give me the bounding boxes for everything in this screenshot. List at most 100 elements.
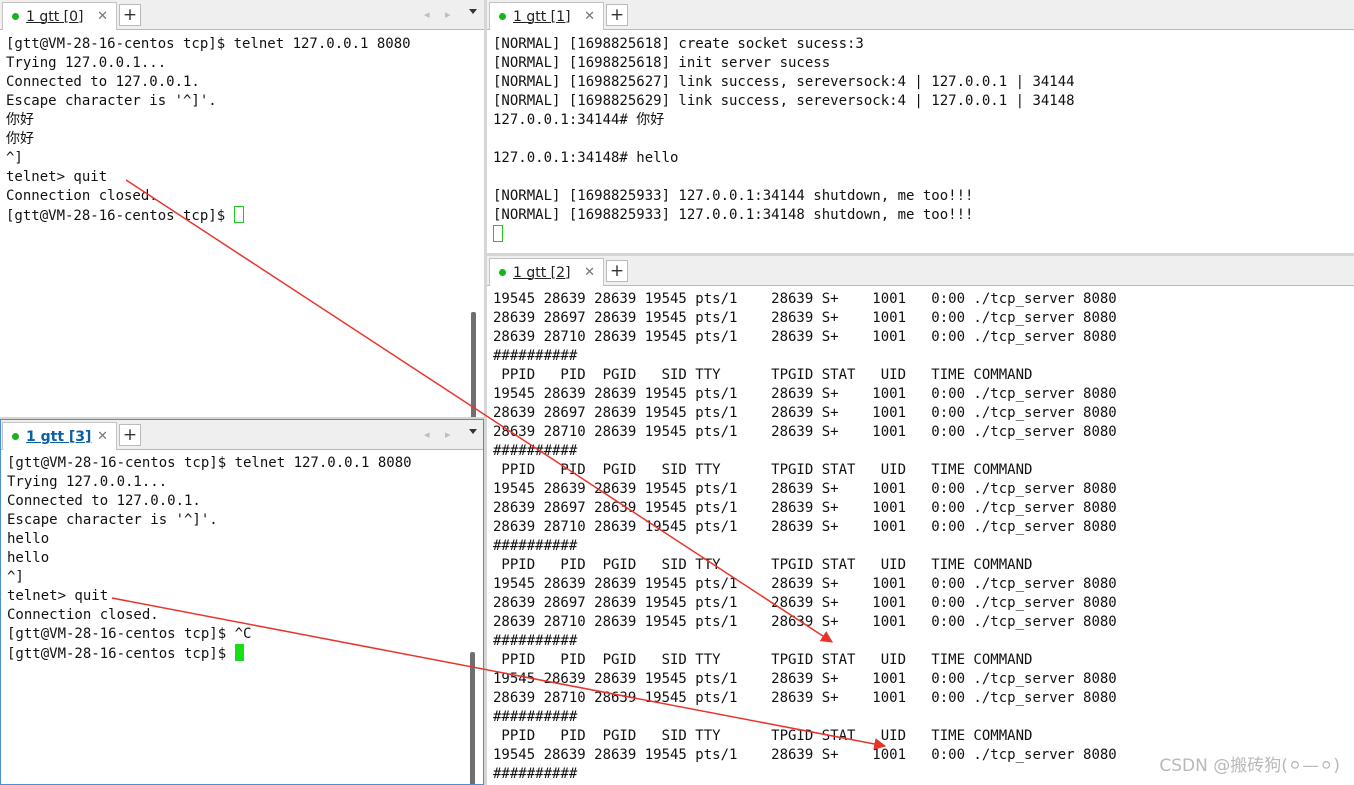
terminal-line: Connected to 127.0.0.1. <box>7 492 477 511</box>
new-tab-button[interactable]: + <box>606 260 628 282</box>
terminal-line-text: 19545 28639 28639 19545 pts/1 28639 S+ 1… <box>493 481 1117 497</box>
tab-gtt-0[interactable]: 1 gtt [0] ✕ <box>2 2 117 30</box>
terminal-line-text: [gtt@VM-28-16-centos tcp]$ telnet 127.0.… <box>6 36 411 52</box>
terminal-line-text: 你好 <box>6 131 34 147</box>
terminal-line: 28639 28710 28639 19545 pts/1 28639 S+ 1… <box>493 423 1348 442</box>
terminal-line: ########## <box>493 632 1348 651</box>
terminal-line-text: ^] <box>6 150 23 166</box>
terminal-line: 28639 28710 28639 19545 pts/1 28639 S+ 1… <box>493 613 1348 632</box>
close-icon[interactable]: ✕ <box>584 265 595 280</box>
terminal-line: PPID PID PGID SID TTY TPGID STAT UID TIM… <box>493 727 1348 746</box>
terminal-cursor <box>234 644 244 661</box>
chevron-down-icon[interactable] <box>469 429 477 434</box>
terminal-line: [gtt@VM-28-16-centos tcp]$ ^C <box>7 625 477 644</box>
new-tab-button[interactable]: + <box>119 4 141 26</box>
terminal-line-text: 19545 28639 28639 19545 pts/1 28639 S+ 1… <box>493 291 1117 307</box>
terminal-line: [NORMAL] [1698825933] 127.0.0.1:34144 sh… <box>493 187 1348 206</box>
tab-scroll-arrows-icon[interactable]: ◂ ▸ <box>424 8 457 21</box>
terminal-line: 28639 28697 28639 19545 pts/1 28639 S+ 1… <box>493 404 1348 423</box>
terminal-line: 19545 28639 28639 19545 pts/1 28639 S+ 1… <box>493 480 1348 499</box>
terminal-line-text: 28639 28697 28639 19545 pts/1 28639 S+ 1… <box>493 595 1117 611</box>
terminal-line-text: PPID PID PGID SID TTY TPGID STAT UID TIM… <box>493 557 1033 573</box>
terminal-line-text: hello <box>7 550 50 566</box>
terminal-cursor <box>493 225 503 242</box>
terminal-line-text: 你好 <box>6 112 34 128</box>
terminal-line: hello <box>7 549 477 568</box>
terminal-line-text: [gtt@VM-28-16-centos tcp]$ ^C <box>7 626 252 642</box>
new-tab-button[interactable]: + <box>606 4 628 26</box>
terminal-line-text: [NORMAL] [1698825627] link success, sere… <box>493 74 1075 90</box>
terminal-line: ########## <box>493 442 1348 461</box>
terminal-line: 127.0.0.1:34148# hello <box>493 149 1348 168</box>
terminal-line-text: 19545 28639 28639 19545 pts/1 28639 S+ 1… <box>493 671 1117 687</box>
tab-gtt-3[interactable]: 1 gtt [3] ✕ <box>2 422 117 450</box>
terminal-line: [NORMAL] [1698825627] link success, sere… <box>493 73 1348 92</box>
tab-gtt-1[interactable]: 1 gtt [1] ✕ <box>489 2 604 30</box>
terminal-line-text: 28639 28710 28639 19545 pts/1 28639 S+ 1… <box>493 519 1117 535</box>
terminal-output-1[interactable]: [NORMAL] [1698825618] create socket suce… <box>487 35 1354 253</box>
terminal-output-3[interactable]: [gtt@VM-28-16-centos tcp]$ telnet 127.0.… <box>1 454 483 784</box>
watermark: CSDN @搬砖狗(⚪—⚪) <box>1159 756 1340 776</box>
terminal-line-text: 127.0.0.1:34148# hello <box>493 150 679 166</box>
terminal-line: 19545 28639 28639 19545 pts/1 28639 S+ 1… <box>493 290 1348 309</box>
connected-status-dot <box>499 13 506 20</box>
terminal-line-text: PPID PID PGID SID TTY TPGID STAT UID TIM… <box>493 462 1033 478</box>
connected-status-dot <box>12 433 19 440</box>
tab-bar-0: 1 gtt [0] ✕ + ◂ ▸ <box>0 0 484 30</box>
terminal-cursor <box>233 206 244 223</box>
scrollbar-thumb[interactable] <box>470 652 475 784</box>
terminal-line-text: PPID PID PGID SID TTY TPGID STAT UID TIM… <box>493 367 1033 383</box>
tab-label: 1 gtt [3] <box>26 428 92 445</box>
terminal-line-text: 127.0.0.1:34144# 你好 <box>493 112 665 128</box>
terminal-line: 28639 28710 28639 19545 pts/1 28639 S+ 1… <box>493 328 1348 347</box>
terminal-line: [gtt@VM-28-16-centos tcp]$ <box>7 644 477 663</box>
tab-bar-1: 1 gtt [1] ✕ + <box>487 0 1354 30</box>
close-icon[interactable]: ✕ <box>97 429 108 444</box>
terminal-output-2[interactable]: 19545 28639 28639 19545 pts/1 28639 S+ 1… <box>487 290 1354 785</box>
terminal-line-text: [NORMAL] [1698825933] 127.0.0.1:34144 sh… <box>493 188 974 204</box>
terminal-line-text: 19545 28639 28639 19545 pts/1 28639 S+ 1… <box>493 576 1117 592</box>
connected-status-dot <box>499 269 506 276</box>
terminal-line: hello <box>7 530 477 549</box>
terminal-output-0[interactable]: [gtt@VM-28-16-centos tcp]$ telnet 127.0.… <box>0 35 484 417</box>
terminal-line-text: 28639 28697 28639 19545 pts/1 28639 S+ 1… <box>493 310 1117 326</box>
tab-bar-3: 1 gtt [3] ✕ + ◂ ▸ <box>1 420 483 450</box>
terminal-pane-1[interactable]: 1 gtt [1] ✕ + [NORMAL] [1698825618] crea… <box>487 0 1354 253</box>
terminal-pane-2[interactable]: 1 gtt [2] ✕ + 19545 28639 28639 19545 pt… <box>487 256 1354 785</box>
terminal-line-text: [NORMAL] [1698825618] create socket suce… <box>493 36 864 52</box>
terminal-line: Connection closed. <box>6 187 478 206</box>
terminal-line: PPID PID PGID SID TTY TPGID STAT UID TIM… <box>493 556 1348 575</box>
terminal-line: [NORMAL] [1698825933] 127.0.0.1:34148 sh… <box>493 206 1348 225</box>
terminal-line: [gtt@VM-28-16-centos tcp]$ telnet 127.0.… <box>6 35 478 54</box>
terminal-line-text: 28639 28710 28639 19545 pts/1 28639 S+ 1… <box>493 690 1117 706</box>
terminal-line-text: Connection closed. <box>7 607 159 623</box>
terminal-line: 19545 28639 28639 19545 pts/1 28639 S+ 1… <box>493 385 1348 404</box>
terminal-line: [gtt@VM-28-16-centos tcp]$ <box>6 206 478 225</box>
close-icon[interactable]: ✕ <box>97 9 108 24</box>
terminal-line-text: 28639 28710 28639 19545 pts/1 28639 S+ 1… <box>493 424 1117 440</box>
terminal-line: 28639 28697 28639 19545 pts/1 28639 S+ 1… <box>493 309 1348 328</box>
tab-gtt-2[interactable]: 1 gtt [2] ✕ <box>489 258 604 286</box>
terminal-line-text: Trying 127.0.0.1... <box>6 55 167 71</box>
close-icon[interactable]: ✕ <box>584 9 595 24</box>
terminal-line-text: Connected to 127.0.0.1. <box>6 74 200 90</box>
tab-label: 1 gtt [1] <box>513 8 571 25</box>
terminal-line-text: Connected to 127.0.0.1. <box>7 493 201 509</box>
terminal-line: ^] <box>6 149 478 168</box>
scrollbar-thumb[interactable] <box>471 312 476 417</box>
terminal-line-text: Trying 127.0.0.1... <box>7 474 168 490</box>
terminal-line <box>493 225 1348 244</box>
terminal-line: PPID PID PGID SID TTY TPGID STAT UID TIM… <box>493 651 1348 670</box>
tab-scroll-arrows-icon[interactable]: ◂ ▸ <box>424 428 457 441</box>
terminal-line-text: Escape character is '^]'. <box>6 93 217 109</box>
terminal-line-text: 28639 28710 28639 19545 pts/1 28639 S+ 1… <box>493 329 1117 345</box>
terminal-pane-0[interactable]: 1 gtt [0] ✕ + ◂ ▸ [gtt@VM-28-16-centos t… <box>0 0 484 417</box>
new-tab-button[interactable]: + <box>119 424 141 446</box>
terminal-line: ########## <box>493 347 1348 366</box>
terminal-line: 127.0.0.1:34144# 你好 <box>493 111 1348 130</box>
terminal-line: ^] <box>7 568 477 587</box>
chevron-down-icon[interactable] <box>469 9 477 14</box>
terminal-pane-3[interactable]: 1 gtt [3] ✕ + ◂ ▸ [gtt@VM-28-16-centos t… <box>0 419 484 785</box>
